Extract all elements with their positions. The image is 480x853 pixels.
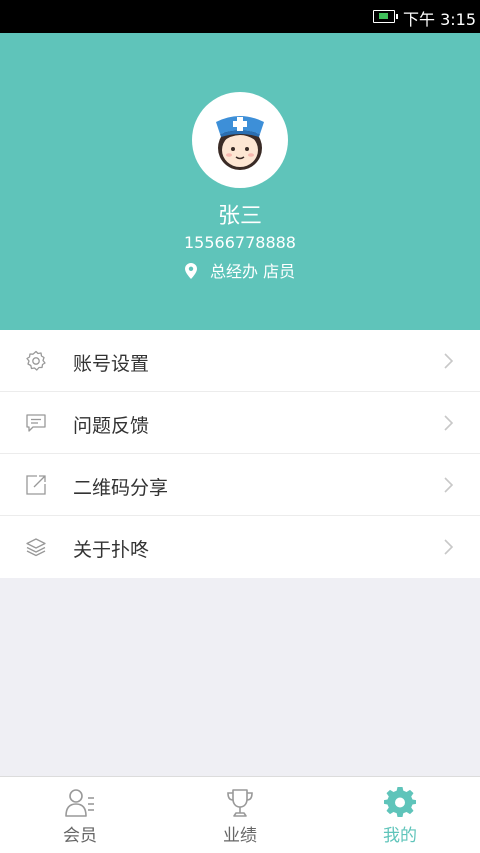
user-name: 张三: [217, 204, 262, 229]
status-time: 下午 3:15: [403, 10, 477, 29]
tab-label: 我的: [383, 826, 417, 846]
gear-icon: [26, 350, 46, 371]
share-icon: [26, 475, 46, 495]
bottom-tab-bar: 会员 业绩 我的: [0, 776, 480, 853]
chevron-right-icon: [444, 539, 454, 555]
trophy-icon: [227, 789, 253, 817]
settings-menu: 账号设置 问题反馈 二维码分享 关于扑咚: [0, 330, 480, 578]
menu-item-account-settings[interactable]: 账号设置: [0, 330, 480, 392]
location-text: 总经办 店员: [210, 262, 296, 281]
tab-label: 会员: [63, 826, 97, 846]
tab-performance[interactable]: 业绩: [160, 777, 320, 853]
tab-mine[interactable]: 我的: [320, 777, 480, 853]
member-icon: [65, 789, 94, 817]
menu-item-label: 问题反馈: [73, 415, 150, 437]
profile-header: 张三 15566778888 总经办 店员: [0, 33, 480, 330]
menu-item-label: 关于扑咚: [73, 539, 150, 561]
chevron-right-icon: [444, 353, 454, 369]
status-bar: 下午 3:15: [0, 0, 480, 33]
avatar[interactable]: [192, 92, 288, 188]
gear-icon: [384, 787, 416, 817]
user-location: 总经办 店员: [0, 258, 480, 282]
nurse-avatar-icon: [216, 116, 264, 170]
menu-item-about[interactable]: 关于扑咚: [0, 516, 480, 578]
menu-item-feedback[interactable]: 问题反馈: [0, 392, 480, 454]
menu-item-label: 账号设置: [73, 353, 150, 375]
message-icon: [26, 414, 46, 432]
tab-label: 业绩: [223, 826, 257, 846]
chevron-right-icon: [444, 415, 454, 431]
chevron-right-icon: [444, 477, 454, 493]
layers-icon: [26, 538, 46, 557]
menu-item-qrcode-share[interactable]: 二维码分享: [0, 454, 480, 516]
menu-item-label: 二维码分享: [73, 477, 169, 499]
battery-icon: [373, 10, 398, 23]
user-phone: 15566778888: [184, 233, 296, 252]
location-pin-icon: [184, 263, 197, 279]
tab-member[interactable]: 会员: [0, 777, 160, 853]
